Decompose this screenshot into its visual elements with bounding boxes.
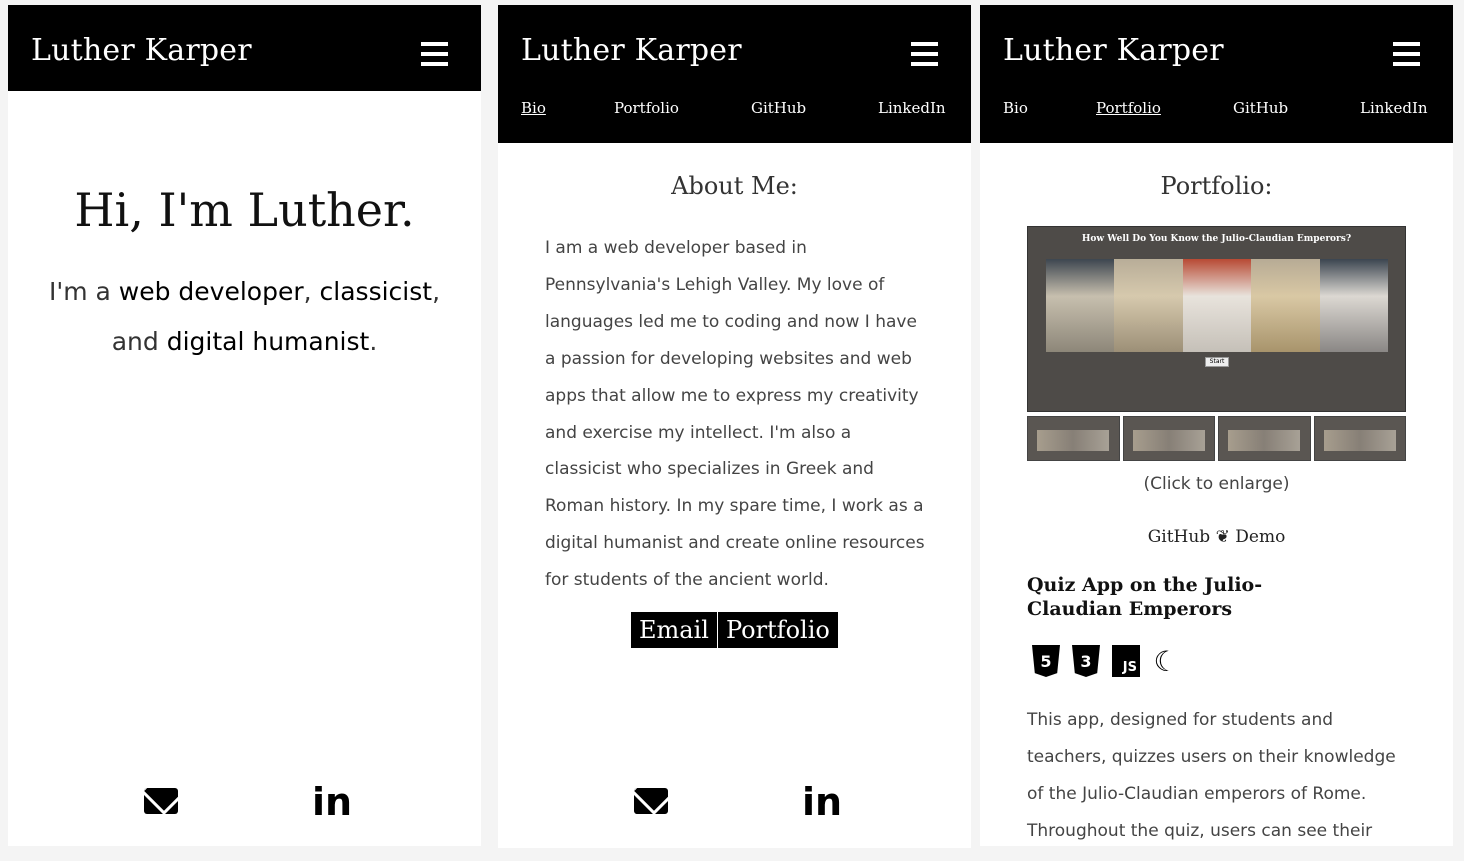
footer-social-links: in [498,782,971,822]
nav-github[interactable]: GitHub [751,99,806,117]
nav-portfolio[interactable]: Portfolio [1096,99,1161,117]
nav-bio[interactable]: Bio [521,99,546,117]
tech-stack-icons: 5 3 JS ☾ [1032,645,1180,681]
thumbnail[interactable] [1218,416,1311,461]
project-description: This app, designed for students and teac… [1027,710,1396,841]
hamburger-menu-icon[interactable] [911,42,938,66]
linkedin-icon[interactable]: in [312,782,352,822]
thumbnail[interactable] [1027,416,1120,461]
screenshot-start-button: Start [1205,357,1229,367]
thumbnail[interactable] [1122,416,1215,461]
role-web-developer: web developer [118,277,304,306]
role-classicist: classicist [319,277,433,306]
hamburger-menu-icon[interactable] [1393,42,1420,66]
demo-link[interactable]: Demo [1235,527,1285,547]
email-button[interactable]: Email [631,612,717,648]
nav-github[interactable]: GitHub [1233,99,1288,117]
nav-bar: Bio Portfolio GitHub LinkedIn [980,99,1453,121]
nav-bio[interactable]: Bio [1003,99,1028,117]
envelope-icon[interactable] [634,788,668,814]
role-digital-humanist: digital humanist [166,327,370,356]
html5-icon: 5 [1032,645,1060,677]
mobile-view-home: Luther Karper Hi, I'm Luther. I'm a web … [8,5,481,846]
site-header: Luther Karper Bio Portfolio GitHub Linke… [980,5,1453,143]
about-paragraph: I am a web developer based in Pennsylvan… [545,238,925,591]
site-header: Luther Karper [8,5,481,91]
site-brand[interactable]: Luther Karper [1003,33,1224,68]
enlarge-hint: (Click to enlarge) [1143,474,1290,494]
javascript-icon: JS [1112,645,1140,677]
nav-linkedin[interactable]: LinkedIn [878,99,946,117]
emperor-busts-image [1046,259,1389,352]
css3-icon: 3 [1072,645,1100,677]
about-heading: About Me: [671,172,798,200]
thumbnail[interactable] [1313,416,1406,461]
nav-bar: Bio Portfolio GitHub LinkedIn [498,99,971,121]
screenshot-title: How Well Do You Know the Julio-Claudian … [1081,234,1352,244]
envelope-icon[interactable] [144,788,178,814]
site-header: Luther Karper Bio Portfolio GitHub Linke… [498,5,971,143]
project-screenshot[interactable]: How Well Do You Know the Julio-Claudian … [1027,226,1406,412]
mobile-view-portfolio: Luther Karper Bio Portfolio GitHub Linke… [980,5,1453,846]
nav-linkedin[interactable]: LinkedIn [1360,99,1428,117]
hamburger-menu-icon[interactable] [421,42,448,66]
screenshot-thumbnails [1027,416,1406,461]
portfolio-heading: Portfolio: [1160,172,1273,200]
contact-buttons: Email Portfolio [631,612,839,648]
jquery-icon: ☾ [1153,644,1179,678]
mobile-view-bio: Luther Karper Bio Portfolio GitHub Linke… [498,5,971,848]
linkedin-icon[interactable]: in [802,782,842,822]
portfolio-button[interactable]: Portfolio [717,612,838,648]
project-links: GitHub ❦ Demo [980,527,1453,547]
github-link[interactable]: GitHub [1148,527,1211,547]
hero-title: Hi, I'm Luther. [74,183,415,237]
nav-portfolio[interactable]: Portfolio [614,99,679,117]
footer-social-links: in [8,782,481,822]
hero-subtitle: I'm a web developer, classicist, and digi… [48,277,441,356]
project-title: Quiz App on the Julio-Claudian Emperors [1027,574,1263,620]
fleuron-divider: ❦ [1210,527,1236,547]
site-brand[interactable]: Luther Karper [31,33,252,68]
site-brand[interactable]: Luther Karper [521,33,742,68]
